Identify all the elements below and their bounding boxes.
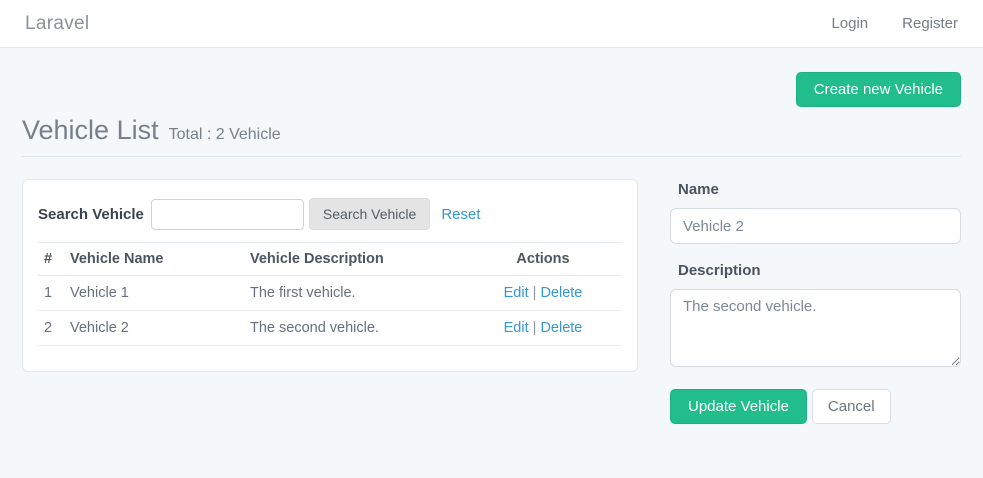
total-count-label: Total : 2 Vehicle: [169, 126, 281, 144]
header-actions: Actions: [464, 243, 622, 276]
description-label: Description: [678, 262, 961, 279]
table-body: 1 Vehicle 1 The first vehicle. Edit | De…: [38, 276, 622, 346]
description-field[interactable]: The second vehicle.: [670, 289, 961, 367]
nav-links: Login Register: [831, 15, 958, 32]
top-navbar: Laravel Login Register: [0, 0, 983, 48]
row-vehicle-description: The second vehicle.: [244, 311, 464, 346]
table-header: # Vehicle Name Vehicle Description Actio…: [38, 243, 622, 276]
nav-link-register[interactable]: Register: [902, 15, 958, 32]
header-number: #: [38, 243, 64, 276]
content-row: Search Vehicle Search Vehicle Reset # Ve…: [22, 179, 961, 424]
delete-link[interactable]: Delete: [540, 320, 582, 336]
search-button[interactable]: Search Vehicle: [309, 198, 430, 230]
reset-link[interactable]: Reset: [441, 206, 480, 223]
table-row: 1 Vehicle 1 The first vehicle. Edit | De…: [38, 276, 622, 311]
search-input[interactable]: [151, 199, 304, 230]
brand-logo[interactable]: Laravel: [25, 13, 89, 35]
create-vehicle-button[interactable]: Create new Vehicle: [796, 72, 961, 107]
main-container: Create new Vehicle Vehicle List Total : …: [0, 72, 983, 424]
edit-vehicle-form: Name Description The second vehicle. Upd…: [670, 179, 961, 424]
row-vehicle-description: The first vehicle.: [244, 276, 464, 311]
row-vehicle-name: Vehicle 1: [64, 276, 244, 311]
heading-row: Vehicle List Total : 2 Vehicle: [22, 115, 961, 146]
header-vehicle-description: Vehicle Description: [244, 243, 464, 276]
row-vehicle-name: Vehicle 2: [64, 311, 244, 346]
page-title: Vehicle List: [22, 115, 159, 146]
row-number: 2: [38, 311, 64, 346]
vehicle-list-panel: Search Vehicle Search Vehicle Reset # Ve…: [22, 179, 638, 372]
action-separator: |: [533, 285, 537, 301]
row-actions: Edit | Delete: [464, 276, 622, 311]
name-field[interactable]: [670, 208, 961, 244]
update-vehicle-button[interactable]: Update Vehicle: [670, 389, 807, 424]
delete-link[interactable]: Delete: [540, 285, 582, 301]
cancel-button[interactable]: Cancel: [812, 389, 891, 424]
search-row: Search Vehicle Search Vehicle Reset: [38, 198, 622, 230]
search-label: Search Vehicle: [38, 206, 144, 223]
heading-divider: [22, 156, 961, 157]
name-label: Name: [678, 181, 961, 198]
toolbar-row: Create new Vehicle: [22, 72, 961, 107]
row-number: 1: [38, 276, 64, 311]
edit-link[interactable]: Edit: [504, 320, 529, 336]
row-actions: Edit | Delete: [464, 311, 622, 346]
table-row: 2 Vehicle 2 The second vehicle. Edit | D…: [38, 311, 622, 346]
nav-link-login[interactable]: Login: [831, 15, 868, 32]
action-separator: |: [533, 320, 537, 336]
vehicle-table: # Vehicle Name Vehicle Description Actio…: [38, 242, 622, 346]
header-vehicle-name: Vehicle Name: [64, 243, 244, 276]
form-buttons-row: Update Vehicle Cancel: [670, 389, 961, 424]
edit-link[interactable]: Edit: [504, 285, 529, 301]
